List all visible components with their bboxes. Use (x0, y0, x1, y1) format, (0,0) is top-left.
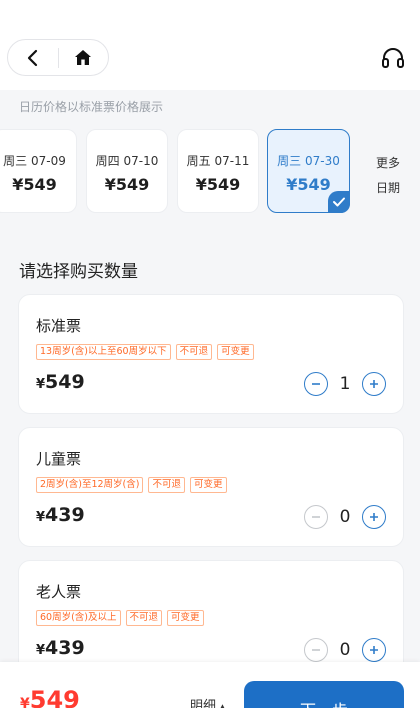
quantity-stepper: 1 (304, 372, 386, 396)
date-day: 周三 07-30 (277, 154, 340, 168)
detail-label: 明细 (190, 699, 217, 708)
quantity-stepper: 0 (304, 638, 386, 662)
next-step-button[interactable]: 下一步 (244, 681, 404, 708)
date-day: 周四 07-10 (95, 154, 159, 168)
home-icon (75, 50, 92, 65)
ticket-tags: 60周岁(含)及以上 不可退 可变更 (36, 610, 204, 626)
date-day: 周三 07-09 (3, 154, 66, 168)
ticket-price: ¥439 (36, 504, 85, 526)
ticket-tag: 13周岁(含)以上至60周岁以下 (36, 344, 171, 360)
date-price: ¥549 (195, 175, 241, 194)
date-selector: 周三 07-09 ¥549 周四 07-10 ¥549 周五 07-11 ¥54… (0, 118, 420, 228)
headset-icon (382, 48, 404, 68)
quantity-value: 1 (339, 374, 351, 394)
currency-symbol: ¥ (36, 510, 46, 525)
top-bar (0, 0, 420, 90)
checkmark-icon (328, 191, 350, 213)
price-value: 439 (45, 504, 85, 526)
plus-icon (370, 513, 378, 521)
ticket-tag: 可变更 (189, 477, 227, 493)
section-title: 请选择购买数量 (19, 262, 138, 282)
ticket-tag: 不可退 (148, 477, 185, 493)
ticket-card: 标准票 13周岁(含)以上至60周岁以下 不可退 可变更 ¥549 1 (18, 294, 404, 414)
ticket-name: 儿童票 (36, 450, 82, 468)
ticket-card: 儿童票 2周岁(含)至12周岁(含) 不可退 可变更 ¥439 0 (18, 427, 404, 547)
minus-icon (312, 516, 320, 518)
date-price: ¥549 (12, 175, 57, 194)
currency-symbol: ¥ (36, 377, 46, 392)
increase-button[interactable] (362, 372, 386, 396)
price-notice: 日历价格以标准票价格展示 (19, 100, 164, 114)
date-option[interactable]: 周四 07-10 ¥549 (86, 129, 168, 213)
quantity-value: 0 (339, 640, 351, 660)
price-value: 439 (45, 637, 85, 659)
price-detail-button[interactable]: 明细 ▲ (190, 695, 226, 708)
increase-button[interactable] (362, 638, 386, 662)
checkout-bar: ¥549 明细▲ 下一步 (0, 662, 420, 708)
total-value: 549 (29, 686, 80, 708)
ticket-tag: 不可退 (125, 610, 163, 626)
date-day: 周五 07-11 (186, 154, 250, 168)
decrease-button[interactable] (304, 638, 328, 662)
date-price: ¥549 (104, 175, 150, 194)
decrease-button[interactable] (304, 372, 328, 396)
minus-icon (312, 649, 320, 651)
decrease-button[interactable] (304, 505, 328, 529)
customer-service-button[interactable] (380, 45, 406, 71)
ticket-tag: 可变更 (217, 344, 254, 360)
ticket-tag: 不可退 (175, 344, 213, 360)
nav-capsule (7, 39, 109, 76)
ticket-name: 标准票 (36, 317, 82, 335)
back-button[interactable] (8, 40, 58, 75)
ticket-tags: 2周岁(含)至12周岁(含) 不可退 可变更 (36, 477, 227, 493)
quantity-value: 0 (339, 507, 351, 527)
plus-icon (370, 646, 378, 654)
home-button[interactable] (58, 40, 108, 75)
ticket-tag: 2周岁(含)至12周岁(含) (36, 477, 144, 493)
price-value: 549 (45, 371, 85, 393)
ticket-tags: 13周岁(含)以上至60周岁以下 不可退 可变更 (36, 344, 254, 360)
ticket-price: ¥549 (36, 371, 85, 393)
date-option[interactable]: 周三 07-09 ¥549 (0, 129, 77, 213)
total-price: ¥549 (20, 686, 80, 708)
minus-icon (312, 383, 320, 385)
quantity-stepper: 0 (304, 505, 386, 529)
caret-up-icon: ▲ (219, 703, 226, 708)
more-dates-button[interactable]: 更多日期 (376, 151, 406, 201)
ticket-price: ¥439 (36, 637, 85, 659)
ticket-tag: 60周岁(含)及以上 (36, 610, 121, 626)
date-option[interactable]: 周五 07-11 ¥549 (177, 129, 259, 213)
chevron-left-icon (27, 49, 37, 66)
plus-icon (370, 380, 378, 388)
date-option-selected[interactable]: 周三 07-30 ¥549 (267, 129, 350, 213)
ticket-name: 老人票 (36, 583, 82, 601)
ticket-booking-page: 日历价格以标准票价格展示 周三 07-09 ¥549 周四 07-10 ¥549… (0, 0, 420, 708)
increase-button[interactable] (362, 505, 386, 529)
currency-symbol: ¥ (20, 696, 30, 708)
ticket-tag: 可变更 (167, 610, 204, 626)
currency-symbol: ¥ (36, 643, 46, 658)
